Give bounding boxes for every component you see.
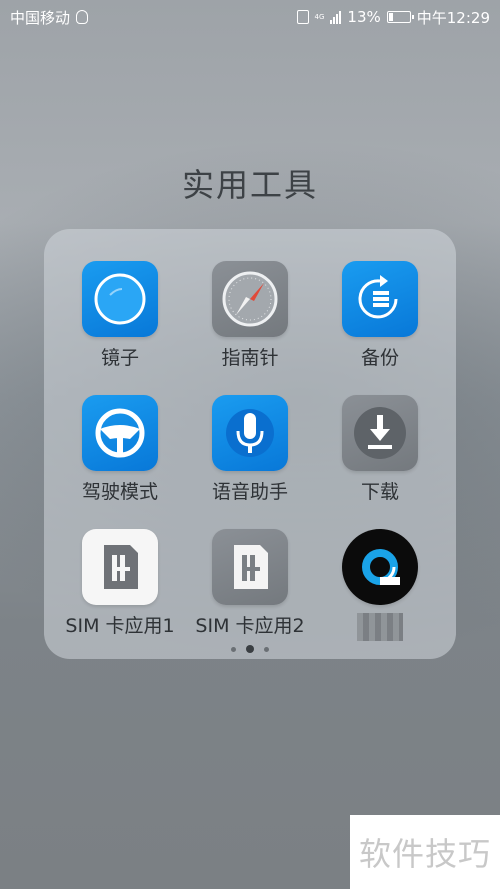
app-label: 指南针: [221, 347, 279, 369]
page-indicator: [44, 645, 456, 653]
backup-icon: [342, 261, 418, 337]
sim-card-icon: [212, 529, 288, 605]
app-label: 驾驶模式: [81, 481, 158, 503]
app-folder: 镜子 指南针 备份 驾驶模式 语音助手 下载 SIM 卡应用1 SIM 卡应用2: [44, 229, 456, 659]
vibrate-icon: [296, 10, 309, 24]
app-compass[interactable]: 指南针: [185, 261, 315, 373]
watermark: 软件技巧: [350, 815, 500, 889]
app-label: 镜子: [100, 347, 139, 369]
folder-title[interactable]: 实用工具: [0, 160, 500, 206]
app-quik[interactable]: [315, 529, 445, 641]
app-voice-assistant[interactable]: 语音助手: [185, 395, 315, 507]
battery-icon: [386, 11, 414, 23]
compass-icon: [212, 261, 288, 337]
qq-notification-icon: [76, 10, 89, 24]
app-driving-mode[interactable]: 驾驶模式: [55, 395, 185, 507]
quik-app-icon: [342, 529, 418, 605]
app-backup[interactable]: 备份: [315, 261, 445, 373]
carrier-label: 中国移动: [10, 8, 71, 27]
battery-percent: 13%: [347, 8, 381, 26]
blurred-app-label: [357, 613, 403, 641]
app-label: 语音助手: [211, 481, 288, 503]
page-dot-active[interactable]: [246, 645, 254, 653]
app-sim-card-2[interactable]: SIM 卡应用2: [185, 529, 315, 641]
signal-icon: [330, 10, 342, 24]
page-dot[interactable]: [264, 646, 269, 652]
status-bar: 中国移动 4G 13% 中午12:29: [0, 0, 500, 34]
sim-card-icon: [82, 529, 158, 605]
app-label: SIM 卡应用1: [65, 615, 175, 637]
app-label: 备份: [360, 347, 399, 369]
app-sim-card-1[interactable]: SIM 卡应用1: [55, 529, 185, 641]
steering-wheel-icon: [82, 395, 158, 471]
mirror-icon: [82, 261, 158, 337]
app-download[interactable]: 下载: [315, 395, 445, 507]
microphone-icon: [212, 395, 288, 471]
app-label: 下载: [360, 481, 399, 503]
clock: 中午12:29: [416, 8, 490, 27]
download-icon: [342, 395, 418, 471]
app-mirror[interactable]: 镜子: [55, 261, 185, 373]
page-dot[interactable]: [231, 646, 236, 652]
app-label: SIM 卡应用2: [195, 615, 305, 637]
network-type: 4G: [314, 12, 325, 21]
